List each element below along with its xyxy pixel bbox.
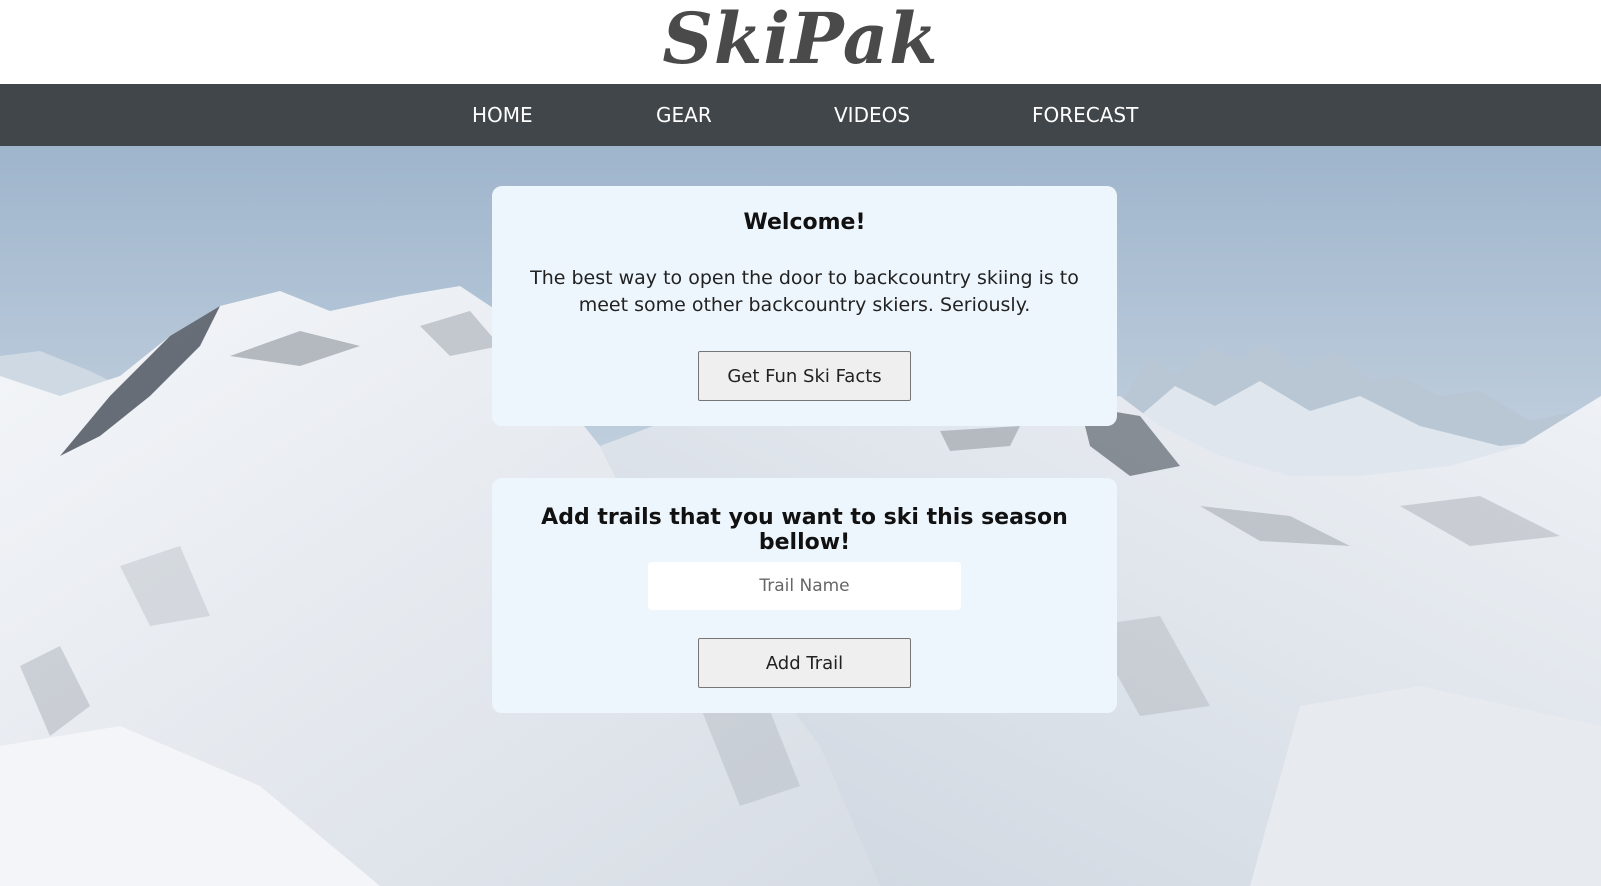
add-trails-heading: Add trails that you want to ski this sea…: [541, 505, 1068, 555]
site-logo[interactable]: SkiPak: [0, 0, 1601, 78]
add-trails-card: Add trails that you want to ski this sea…: [492, 478, 1117, 713]
main-navbar: HOME GEAR VIDEOS FORECAST: [0, 84, 1601, 146]
nav-item-videos[interactable]: VIDEOS: [834, 84, 910, 146]
nav-item-gear[interactable]: GEAR: [656, 84, 712, 146]
brand-header: SkiPak: [0, 0, 1601, 84]
nav-item-forecast[interactable]: FORECAST: [1032, 84, 1138, 146]
get-fun-ski-facts-button[interactable]: Get Fun Ski Facts: [698, 351, 911, 401]
nav-item-home[interactable]: HOME: [472, 84, 533, 146]
add-trail-button[interactable]: Add Trail: [698, 638, 911, 688]
trail-name-input[interactable]: [648, 562, 961, 610]
welcome-heading: Welcome!: [743, 210, 866, 235]
welcome-message: The best way to open the door to backcou…: [530, 267, 1079, 316]
welcome-card: Welcome! The best way to open the door t…: [492, 186, 1117, 426]
page: SkiPak HOME GEAR VIDEOS FORECAST Welcome…: [0, 0, 1601, 886]
